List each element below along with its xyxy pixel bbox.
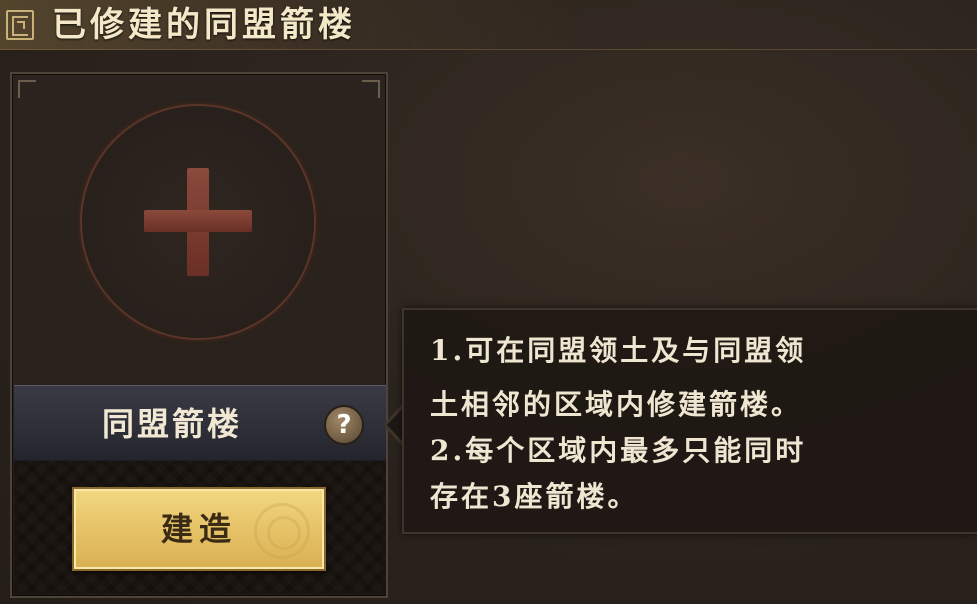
help-tooltip: 1.可在同盟领土及与同盟领 土相邻的区域内修建箭楼。 2.每个区域内最多只能同时…: [402, 308, 977, 534]
tooltip-line: 1.可在同盟领土及与同盟领: [430, 334, 807, 367]
tower-name: 同盟箭楼: [102, 405, 243, 443]
help-icon[interactable]: ?: [324, 405, 364, 445]
tooltip-line: 土相邻的区域内修建箭楼。: [430, 388, 803, 421]
section-header: 已修建的同盟箭楼: [0, 0, 977, 50]
build-button-label: 建造: [160, 510, 237, 548]
tooltip-line: 存在3座箭楼。: [430, 480, 639, 513]
fret-pattern-icon: [6, 10, 34, 40]
plus-icon-bar: [144, 210, 252, 232]
corner-ornament: [362, 80, 380, 98]
arrow-tower-card: 同盟箭楼 ? 建造: [10, 72, 388, 598]
tower-name-bar: 同盟箭楼 ?: [14, 385, 386, 461]
corner-ornament: [18, 80, 36, 98]
add-tower-slot[interactable]: [80, 104, 316, 340]
section-title: 已修建的同盟箭楼: [52, 5, 356, 45]
tooltip-line: 2.每个区域内最多只能同时: [430, 434, 807, 467]
game-screen: 已修建的同盟箭楼 同盟箭楼 ? 建造 1.可在同盟领土及与同盟领 土相邻的区域内…: [0, 0, 977, 604]
build-button[interactable]: 建造: [72, 487, 326, 571]
